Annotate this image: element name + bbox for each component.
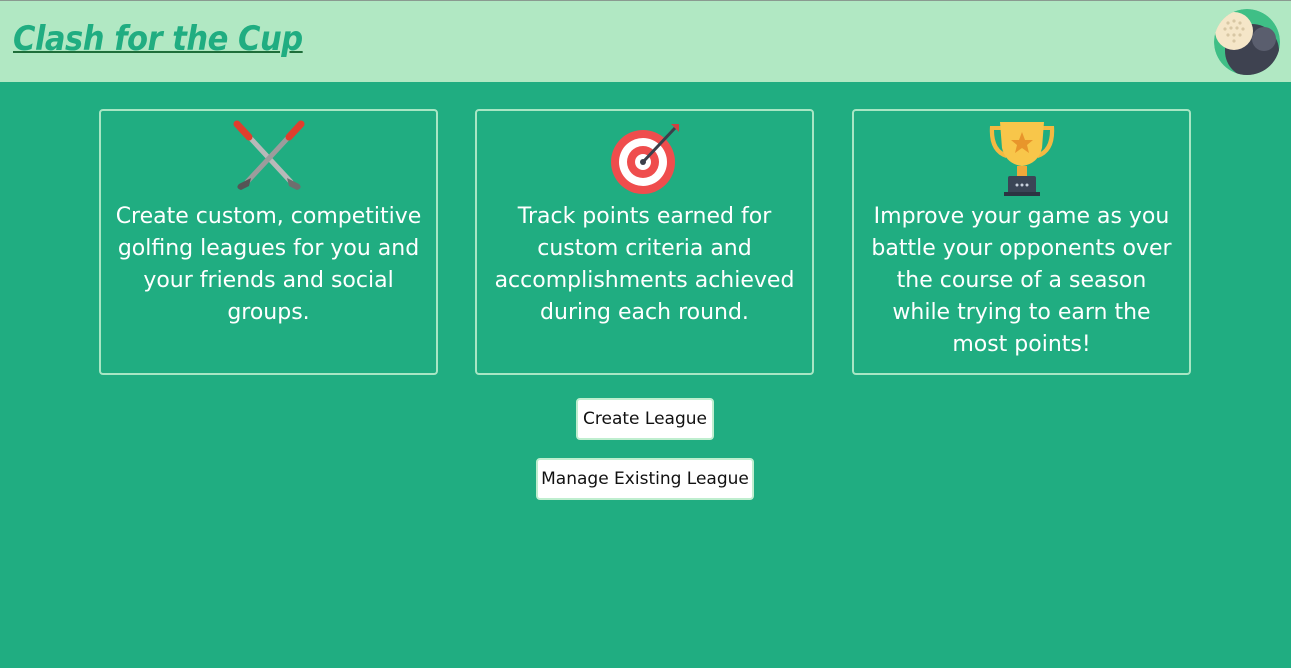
feature-card-leagues: Create custom, competitive golfing leagu… bbox=[99, 109, 438, 375]
feature-text: Improve your game as you battle your opp… bbox=[871, 204, 1172, 357]
manage-league-button[interactable]: Manage Existing League bbox=[536, 458, 754, 500]
golf-clubs-icon bbox=[229, 120, 309, 198]
feature-text: Create custom, competitive golfing leagu… bbox=[115, 204, 422, 325]
feature-card-points: Track points earned for custom criteria … bbox=[475, 109, 814, 375]
site-title-link[interactable]: Clash for the Cup bbox=[13, 15, 303, 63]
feature-text: Track points earned for custom criteria … bbox=[494, 204, 795, 325]
top-navbar: Clash for the Cup bbox=[0, 0, 1291, 82]
target-icon bbox=[605, 120, 685, 198]
feature-card-compete: Improve your game as you battle your opp… bbox=[852, 109, 1191, 375]
create-league-button[interactable]: Create League bbox=[576, 398, 714, 440]
golf-ball-icon[interactable] bbox=[1214, 9, 1280, 75]
trophy-icon bbox=[982, 120, 1062, 198]
